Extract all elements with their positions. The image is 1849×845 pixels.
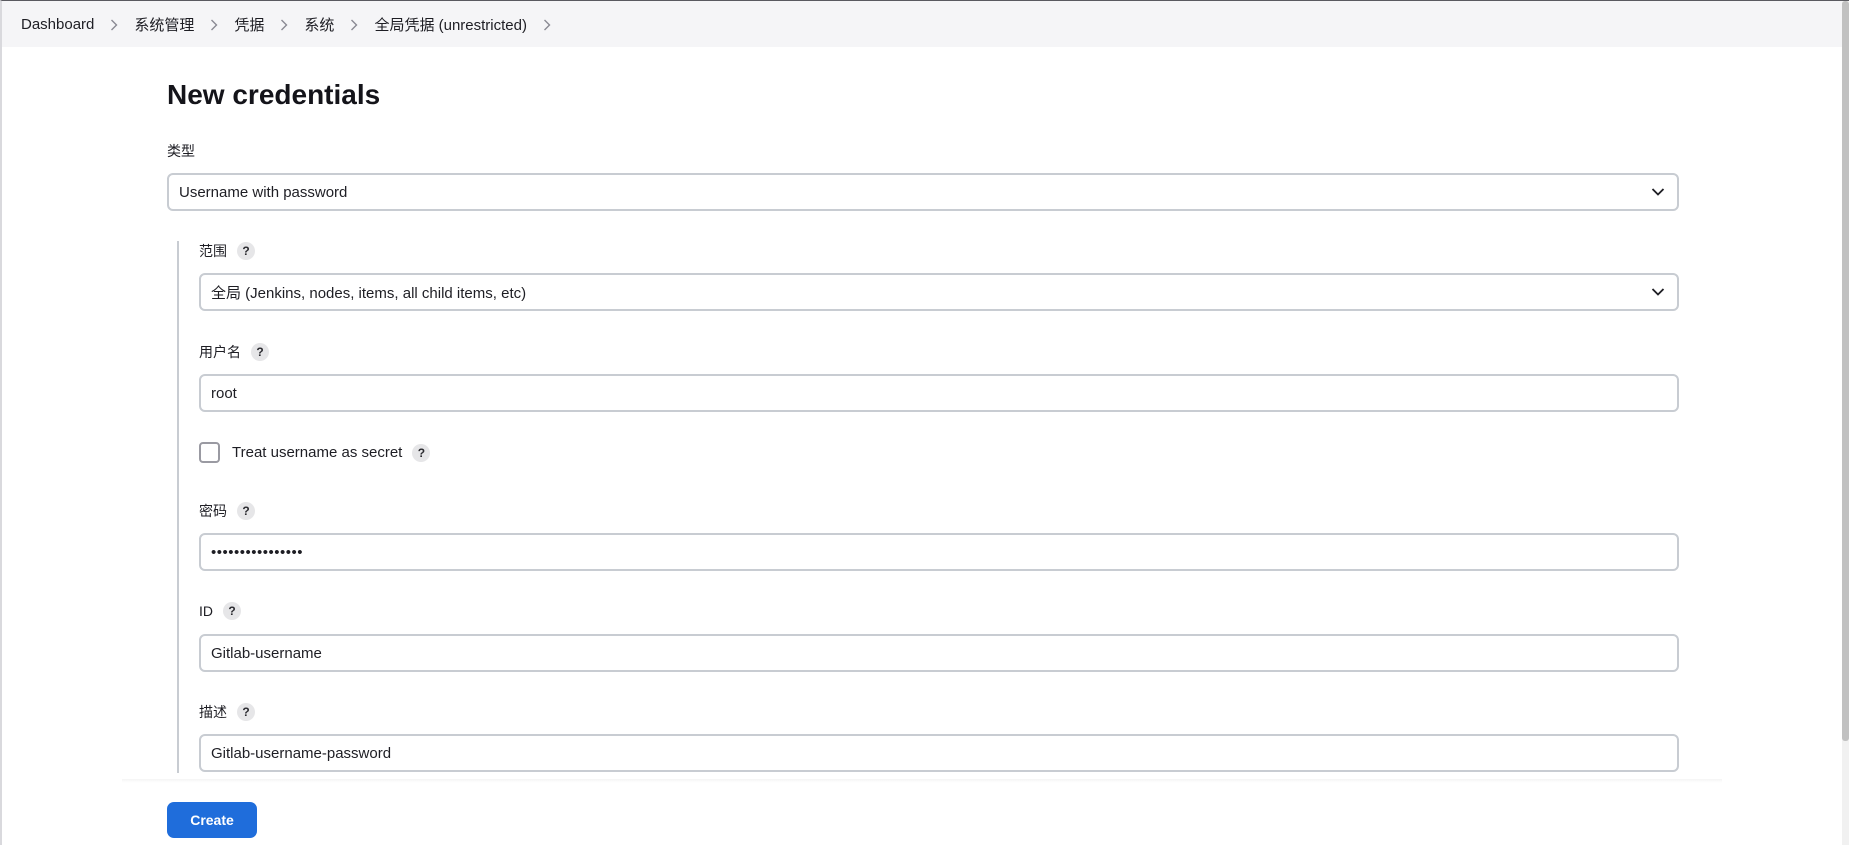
description-label: 描述 ?	[199, 702, 255, 722]
password-label-text: 密码	[199, 503, 227, 519]
page-title: New credentials	[167, 79, 381, 110]
scope-select[interactable]: 全局 (Jenkins, nodes, items, all child ite…	[199, 273, 1679, 311]
description-input-value: Gitlab-username-password	[211, 744, 392, 762]
chevron-right-icon[interactable]	[527, 16, 567, 33]
scope-label-text: 范围	[199, 243, 227, 259]
footer-divider	[122, 779, 1722, 783]
breadcrumb-item-credentials[interactable]: 凭据	[234, 14, 264, 35]
help-icon[interactable]: ?	[237, 703, 255, 721]
kind-label: 类型	[167, 141, 195, 161]
password-input[interactable]: ••••••••••••••••	[199, 533, 1679, 571]
kind-select[interactable]: Username with password	[167, 173, 1679, 211]
chevron-right-icon	[334, 16, 374, 33]
id-label-text: ID	[199, 603, 213, 619]
scope-select-value: 全局 (Jenkins, nodes, items, all child ite…	[211, 284, 527, 302]
chevron-right-icon	[94, 16, 134, 33]
description-input[interactable]: Gitlab-username-password	[199, 734, 1679, 772]
username-input-value: root	[211, 384, 237, 402]
nested-section-bar	[177, 241, 179, 773]
breadcrumb-item-global-credentials[interactable]: 全局凭据 (unrestricted)	[374, 14, 527, 35]
chevron-down-icon	[1651, 284, 1665, 301]
breadcrumb-item-dashboard[interactable]: Dashboard	[21, 16, 94, 33]
chevron-down-icon	[1651, 184, 1665, 201]
password-label: 密码 ?	[199, 501, 255, 521]
password-input-value: ••••••••••••••••	[211, 543, 304, 561]
create-button[interactable]: Create	[167, 802, 257, 838]
help-icon[interactable]: ?	[223, 602, 241, 620]
scrollbar-thumb[interactable]	[1842, 1, 1849, 741]
username-secret-checkbox[interactable]	[199, 442, 220, 463]
id-input-value: Gitlab-username	[211, 644, 322, 662]
username-input[interactable]: root	[199, 374, 1679, 412]
breadcrumb: Dashboard 系统管理 凭据 系统 全局凭据 (unrestricted)	[2, 1, 1844, 47]
help-icon[interactable]: ?	[237, 502, 255, 520]
username-secret-label-text: Treat username as secret	[232, 444, 403, 461]
help-icon[interactable]: ?	[237, 242, 255, 260]
id-label: ID ?	[199, 602, 241, 620]
id-input[interactable]: Gitlab-username	[199, 634, 1679, 672]
help-icon[interactable]: ?	[251, 343, 269, 361]
chevron-right-icon	[194, 16, 234, 33]
help-icon[interactable]: ?	[412, 443, 431, 462]
description-label-text: 描述	[199, 704, 227, 720]
chevron-right-icon	[264, 16, 304, 33]
breadcrumb-item-system[interactable]: 系统	[304, 14, 334, 35]
kind-select-value: Username with password	[179, 183, 348, 201]
username-label: 用户名 ?	[199, 342, 269, 362]
username-label-text: 用户名	[199, 344, 241, 360]
kind-label-text: 类型	[167, 143, 195, 159]
vertical-scrollbar[interactable]	[1842, 1, 1849, 845]
page: Dashboard 系统管理 凭据 系统 全局凭据 (unrestricted)…	[0, 0, 1849, 845]
username-secret-label: Treat username as secret ?	[232, 442, 431, 463]
breadcrumb-item-system-management[interactable]: 系统管理	[134, 14, 194, 35]
scope-label: 范围 ?	[199, 241, 255, 261]
